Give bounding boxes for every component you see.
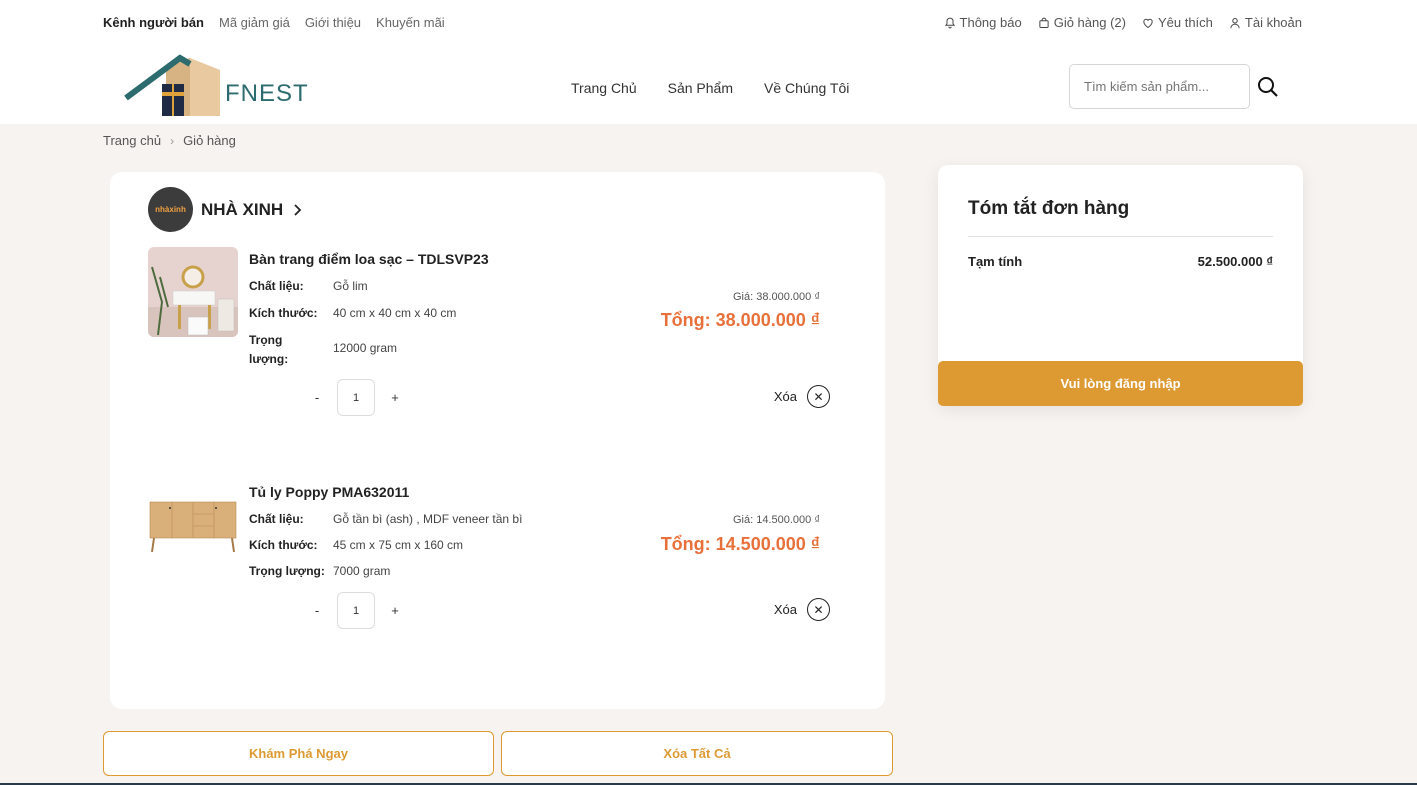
remove-label: Xóa	[773, 602, 797, 617]
attr-label: Kích thước:	[249, 306, 318, 320]
logo-text: FNEST	[225, 80, 309, 107]
notifications-link[interactable]: Thông báo	[944, 15, 1022, 30]
chevron-right-icon: ›	[170, 133, 175, 148]
wishlist-label: Yêu thích	[1157, 15, 1213, 30]
product-image-cabinet[interactable]	[148, 480, 238, 570]
quantity-input[interactable]: 1	[337, 592, 375, 629]
shop-header[interactable]: nhàxinh NHÀ XINH	[148, 187, 305, 232]
explore-button[interactable]: Khám Phá Ngay	[103, 731, 494, 776]
remove-label: Xóa	[773, 389, 797, 404]
cart-item: Bàn trang điểm loa sạc – TDLSVP23 Chất l…	[148, 247, 848, 417]
main-nav: Trang Chủ Sản Phẩm Về Chúng Tôi	[571, 80, 849, 96]
product-attr-weight: Trọng lượng: 12000 gram	[249, 331, 397, 369]
unit-price: Giá: 38.000.000 ₫	[733, 291, 820, 303]
user-icon	[1230, 17, 1240, 28]
close-icon: ✕	[807, 598, 830, 621]
product-attr-size: Kích thước: 45 cm x 75 cm x 160 cm	[249, 538, 463, 552]
house-logo-icon	[124, 54, 220, 116]
quantity-input[interactable]: 1	[337, 379, 375, 416]
unit-price: Giá: 14.500.000 ₫	[733, 514, 820, 526]
account-label: Tài khoản	[1244, 15, 1302, 30]
nav-about[interactable]: Về Chúng Tôi	[764, 80, 849, 96]
heart-icon	[1143, 18, 1153, 28]
quantity-stepper: - 1 +	[303, 379, 409, 416]
bell-icon	[944, 17, 955, 28]
subtotal-value: 52.500.000 ₫	[1197, 254, 1273, 269]
attr-value: 7000 gram	[333, 564, 391, 578]
attr-value: Gỗ tần bì (ash) , MDF veneer tần bì	[333, 512, 523, 526]
product-attr-material: Chất liệu: Gỗ tần bì (ash) , MDF veneer …	[249, 512, 522, 526]
cart-item: Tủ ly Poppy PMA632011 Chất liệu: Gỗ tần …	[148, 480, 848, 640]
subtotal-label: Tạm tính	[968, 254, 1023, 269]
product-name[interactable]: Tủ ly Poppy PMA632011	[249, 484, 409, 500]
product-attr-size: Kích thước: 40 cm x 40 cm x 40 cm	[249, 306, 456, 320]
increase-button[interactable]: +	[381, 603, 409, 618]
wishlist-link[interactable]: Yêu thích	[1142, 15, 1213, 30]
attr-value: Gỗ lim	[333, 279, 368, 293]
close-icon: ✕	[807, 385, 830, 408]
shop-avatar: nhàxinh	[148, 187, 193, 232]
shop-avatar-text: nhàxinh	[155, 205, 186, 214]
increase-button[interactable]: +	[381, 390, 409, 405]
attr-value: 12000 gram	[333, 341, 398, 355]
product-name[interactable]: Bàn trang điểm loa sạc – TDLSVP23	[249, 251, 489, 267]
summary-divider	[968, 236, 1273, 237]
coupon-link[interactable]: Mã giảm giá	[219, 15, 290, 30]
bag-icon	[1039, 17, 1049, 28]
notifications-label: Thông báo	[959, 15, 1022, 30]
attr-value: 45 cm x 75 cm x 160 cm	[333, 538, 464, 552]
cart-link[interactable]: Giỏ hàng (2)	[1038, 15, 1126, 30]
cart-card: nhàxinh NHÀ XINH Bàn trang điểm loa sạc …	[110, 172, 885, 709]
summary-title: Tóm tắt đơn hàng	[968, 198, 1130, 219]
decrease-button[interactable]: -	[303, 390, 331, 405]
attr-label: Chất liệu:	[249, 279, 304, 293]
login-button[interactable]: Vui lòng đăng nhập	[938, 361, 1303, 406]
promotion-link[interactable]: Khuyến mãi	[376, 15, 445, 30]
nav-home[interactable]: Trang Chủ	[571, 80, 637, 96]
cart-label: Giỏ hàng (2)	[1053, 15, 1126, 30]
account-link[interactable]: Tài khoản	[1229, 15, 1302, 30]
main-header: FNEST Trang Chủ Sản Phẩm Về Chúng Tôi	[0, 46, 1417, 124]
top-bar: Kênh người bán Mã giảm giá Giới thiệu Kh…	[0, 0, 1417, 46]
quantity-stepper: - 1 +	[303, 592, 409, 629]
product-attr-material: Chất liệu: Gỗ lim	[249, 279, 368, 293]
subtotal-row: Tạm tính 52.500.000 ₫	[968, 254, 1273, 269]
breadcrumb-current: Giỏ hàng	[183, 133, 236, 148]
attr-label: Kích thước:	[249, 538, 318, 552]
remove-item-button[interactable]: Xóa ✕	[774, 598, 830, 621]
attr-label: Trọng lượng:	[249, 564, 325, 578]
line-total: Tổng: 38.000.000 ₫	[660, 310, 820, 330]
fnest-logo[interactable]: FNEST	[124, 54, 308, 118]
seller-channel-link[interactable]: Kênh người bán	[103, 15, 204, 30]
breadcrumb-home[interactable]: Trang chủ	[103, 133, 161, 148]
search-input[interactable]	[1069, 64, 1250, 109]
product-image-vanity[interactable]	[148, 247, 238, 337]
nav-products[interactable]: Sản Phẩm	[668, 80, 733, 96]
remove-item-button[interactable]: Xóa ✕	[774, 385, 830, 408]
attr-label: Chất liệu:	[249, 512, 304, 526]
account-links: Thông báo Giỏ hàng (2) Yêu thích Tài kho…	[944, 15, 1302, 30]
shop-name: NHÀ XINH	[201, 199, 284, 219]
top-links: Kênh người bán Mã giảm giá Giới thiệu Kh…	[103, 15, 445, 30]
attr-value: 40 cm x 40 cm x 40 cm	[333, 306, 457, 320]
line-total: Tổng: 14.500.000 ₫	[660, 534, 820, 554]
decrease-button[interactable]: -	[303, 603, 331, 618]
attr-label: Trọng lượng:	[249, 333, 289, 366]
clear-all-button[interactable]: Xóa Tất Cả	[501, 731, 893, 776]
chevron-right-icon	[294, 203, 302, 216]
about-link[interactable]: Giới thiệu	[305, 15, 361, 30]
order-summary: Tóm tắt đơn hàng Tạm tính 52.500.000 ₫ V…	[938, 165, 1303, 406]
breadcrumb: Trang chủ › Giỏ hàng	[103, 133, 236, 148]
search-icon[interactable]	[1257, 76, 1279, 98]
product-attr-weight: Trọng lượng: 7000 gram	[249, 564, 390, 578]
